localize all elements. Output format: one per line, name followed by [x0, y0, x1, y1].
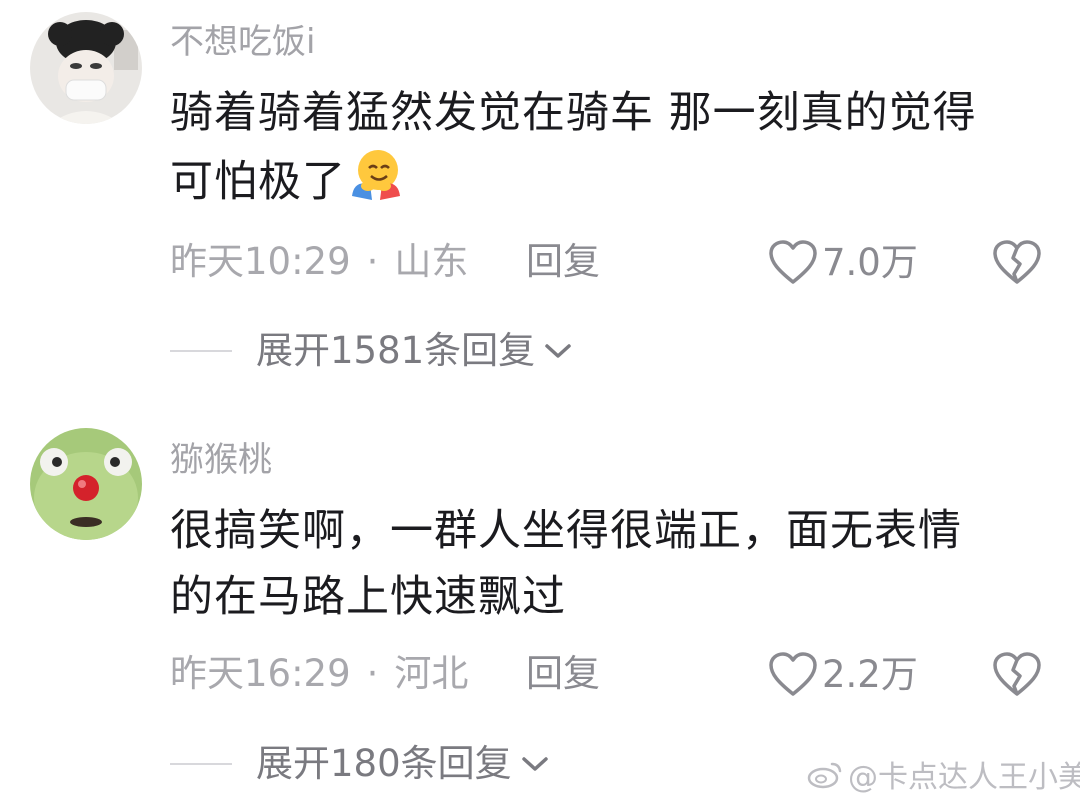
expand-replies-button[interactable]: 展开1581条回复	[170, 329, 573, 373]
like-count: 2.2万	[822, 653, 918, 696]
comment-text: 很搞笑啊，一群人坐得很端正，面无表情 的在马路上快速飘过	[170, 498, 1040, 630]
reply-button[interactable]: 回复	[526, 240, 600, 284]
watermark: @卡点达人王小美	[806, 752, 1080, 796]
comment-text-line: 的在马路上快速飘过	[170, 572, 566, 622]
divider-line	[170, 350, 232, 352]
weibo-logo-icon	[807, 762, 842, 789]
comment-location: 河北	[394, 652, 469, 695]
divider-line	[170, 763, 232, 765]
comment-item: 猕猴桃 很搞笑啊，一群人坐得很端正，面无表情 的在马路上快速飘过 昨天16:29…	[0, 400, 1080, 797]
broken-heart-icon	[993, 652, 1041, 696]
comment-text: 骑着骑着猛然发觉在骑车 那一刻真的觉得 可怕极了	[170, 80, 1040, 221]
comment-text-span: 可怕极了	[170, 157, 346, 207]
like-button[interactable]: 7.0万	[768, 240, 918, 286]
hugging-face-emoji-icon	[348, 146, 404, 221]
separator-dot: ·	[366, 652, 379, 695]
heart-icon	[769, 652, 817, 696]
broken-heart-icon	[993, 240, 1041, 284]
comment-location: 山东	[394, 240, 469, 283]
comment-time: 昨天16:29	[170, 652, 351, 695]
watermark-text: @卡点达人王小美	[848, 760, 1080, 795]
chevron-down-icon	[521, 757, 548, 771]
avatar-image	[30, 12, 142, 124]
avatar[interactable]	[30, 12, 142, 124]
chevron-down-icon	[545, 344, 571, 358]
comment-text-line: 骑着骑着猛然发觉在骑车 那一刻真的觉得	[170, 88, 977, 138]
username[interactable]: 猕猴桃	[170, 440, 272, 480]
comment-time: 昨天10:29	[170, 240, 351, 283]
reply-button[interactable]: 回复	[526, 652, 600, 696]
heart-icon	[769, 240, 817, 284]
avatar-image	[30, 428, 142, 540]
expand-replies-label: 展开1581条回复	[256, 329, 536, 372]
comment-meta: 昨天16:29 · 河北	[170, 652, 468, 696]
username[interactable]: 不想吃饭i	[170, 22, 315, 62]
dislike-button[interactable]	[992, 652, 1042, 702]
comment-text-line: 可怕极了	[170, 146, 1040, 221]
expand-replies-button[interactable]: 展开180条回复	[170, 742, 550, 786]
avatar[interactable]	[30, 428, 142, 540]
separator-dot: ·	[366, 240, 379, 283]
like-count: 7.0万	[822, 241, 918, 284]
like-button[interactable]: 2.2万	[768, 652, 918, 698]
comment-text-line: 很搞笑啊，一群人坐得很端正，面无表情	[170, 506, 962, 556]
dislike-button[interactable]	[992, 240, 1042, 290]
comment-meta: 昨天10:29 · 山东	[170, 240, 468, 284]
expand-replies-label: 展开180条回复	[256, 742, 512, 785]
comment-item: 不想吃饭i 骑着骑着猛然发觉在骑车 那一刻真的觉得 可怕极了 昨天10:29 · 山…	[0, 0, 1080, 400]
